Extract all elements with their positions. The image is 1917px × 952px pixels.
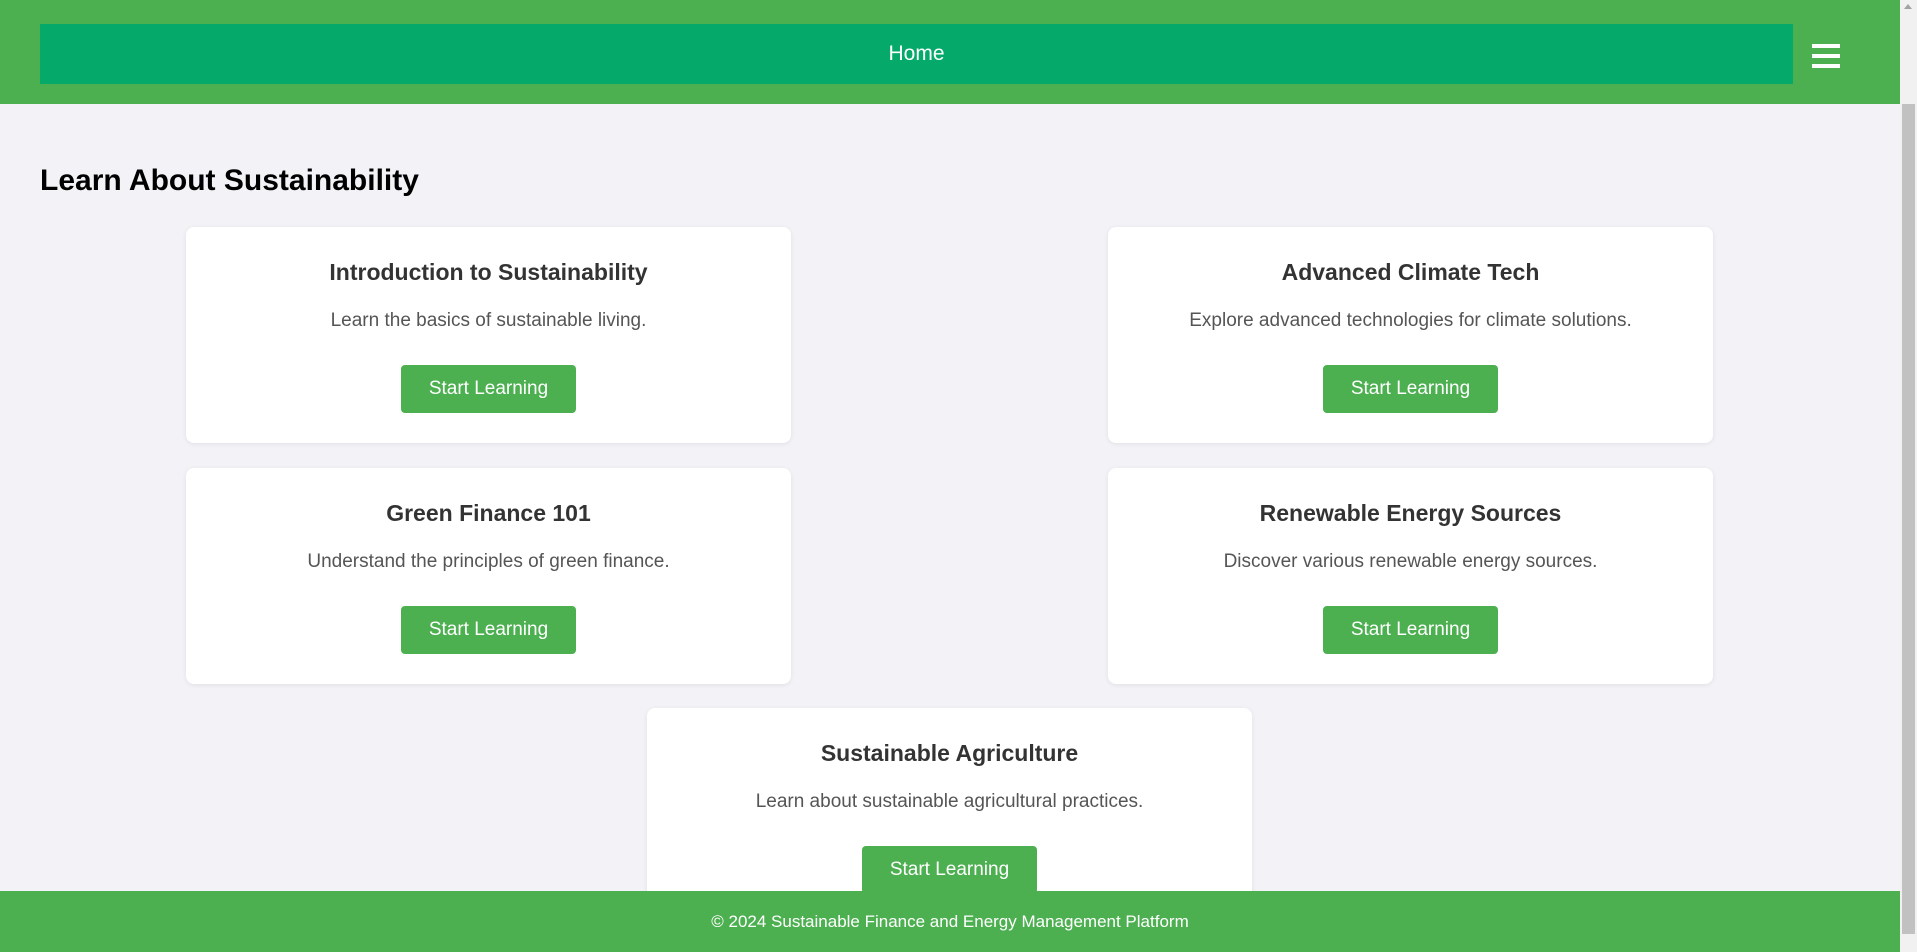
course-title: Sustainable Agriculture: [820, 740, 1079, 766]
course-description: Discover various renewable energy source…: [1223, 551, 1598, 572]
nav-home-link[interactable]: Home: [888, 42, 944, 66]
hamburger-menu-icon[interactable]: [1812, 44, 1840, 68]
course-description: Explore advanced technologies for climat…: [1189, 310, 1632, 331]
vertical-scrollbar[interactable]: [1900, 0, 1917, 952]
course-description: Learn the basics of sustainable living.: [330, 310, 647, 331]
scroll-up-arrow-icon[interactable]: [1904, 4, 1912, 9]
start-learning-button[interactable]: Start Learning: [401, 365, 576, 413]
course-card: Introduction to Sustainability Learn the…: [186, 227, 791, 443]
start-learning-button[interactable]: Start Learning: [1323, 606, 1498, 654]
site-footer: © 2024 Sustainable Finance and Energy Ma…: [0, 891, 1900, 952]
course-title: Renewable Energy Sources: [1259, 500, 1562, 526]
start-learning-button[interactable]: Start Learning: [401, 606, 576, 654]
course-title: Introduction to Sustainability: [329, 259, 648, 285]
course-card: Green Finance 101 Understand the princip…: [186, 468, 791, 684]
course-title: Green Finance 101: [386, 500, 591, 526]
site-header: Home: [0, 0, 1900, 104]
start-learning-button[interactable]: Start Learning: [1323, 365, 1498, 413]
footer-copyright: © 2024 Sustainable Finance and Energy Ma…: [711, 911, 1189, 931]
course-description: Understand the principles of green finan…: [307, 551, 670, 572]
nav-bar: Home: [40, 24, 1793, 84]
course-title: Advanced Climate Tech: [1281, 259, 1540, 285]
scrollbar-thumb[interactable]: [1902, 104, 1915, 934]
course-card: Advanced Climate Tech Explore advanced t…: [1108, 227, 1713, 443]
course-description: Learn about sustainable agricultural pra…: [755, 791, 1144, 812]
course-card: Renewable Energy Sources Discover variou…: [1108, 468, 1713, 684]
start-learning-button[interactable]: Start Learning: [862, 846, 1037, 894]
page-title: Learn About Sustainability: [40, 164, 419, 197]
